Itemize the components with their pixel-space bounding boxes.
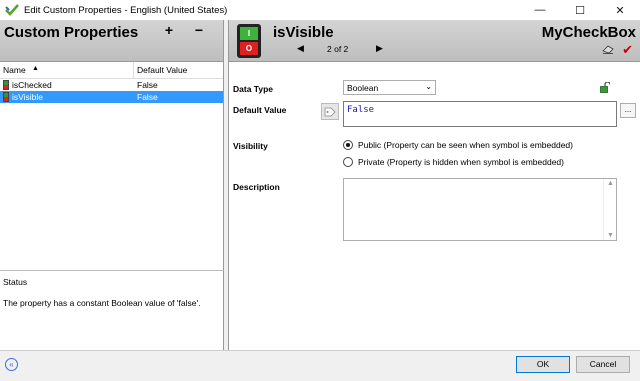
data-type-value: Boolean [347, 83, 379, 93]
switch-icon [3, 92, 9, 102]
scroll-down-icon[interactable]: ▼ [604, 232, 617, 239]
column-header-name[interactable]: Name ▲ [0, 62, 134, 78]
switch-icon [3, 80, 9, 90]
status-label: Status [3, 277, 28, 287]
list-item[interactable]: isChecked False [0, 79, 223, 91]
previous-property-button[interactable]: ◀ [297, 43, 304, 54]
description-textarea[interactable]: ▲ ▼ [343, 178, 617, 241]
list-column-headers: Name ▲ Default Value [0, 62, 223, 79]
title-bar: Edit Custom Properties - English (United… [0, 0, 640, 20]
cancel-button[interactable]: Cancel [576, 356, 630, 373]
visibility-private-option[interactable]: Private (Property is hidden when symbol … [343, 157, 564, 167]
property-default-value: False [137, 92, 158, 102]
eraser-icon[interactable] [602, 45, 614, 54]
data-type-label: Data Type [233, 84, 273, 94]
property-name: isChecked [12, 80, 52, 90]
property-header: I O isVisible ◀ 2 of 2 ▶ MyCheckBox ✔ [228, 20, 640, 62]
status-panel: Status The property has a constant Boole… [0, 270, 224, 350]
collapse-icon[interactable]: « [5, 358, 18, 371]
visibility-public-label: Public (Property can be seen when symbol… [358, 140, 573, 150]
browse-expression-button[interactable]: ... [620, 103, 636, 118]
column-header-name-label: Name [3, 65, 26, 75]
description-scrollbar[interactable]: ▲ ▼ [603, 179, 616, 240]
property-name: isVisible [12, 92, 44, 102]
remove-property-button[interactable]: − [190, 22, 208, 38]
next-property-button[interactable]: ▶ [376, 43, 383, 54]
default-value-input[interactable]: False [343, 101, 617, 127]
custom-properties-header: Custom Properties + − [0, 20, 224, 62]
property-count: 2 of 2 [327, 44, 349, 54]
property-list: Name ▲ Default Value isChecked False isV… [0, 62, 224, 270]
data-type-select[interactable]: Boolean ⌄ [343, 80, 436, 95]
visibility-private-label: Private (Property is hidden when symbol … [358, 157, 564, 167]
app-icon [4, 2, 20, 18]
add-property-button[interactable]: + [160, 22, 178, 38]
minimize-button[interactable]: — [520, 0, 560, 20]
chevron-down-icon: ⌄ [425, 82, 432, 91]
default-value-label: Default Value [233, 105, 287, 115]
column-header-default-value[interactable]: Default Value [134, 62, 190, 78]
description-label: Description [233, 182, 280, 192]
apply-check-icon[interactable]: ✔ [622, 42, 633, 58]
tag-icon[interactable] [321, 103, 339, 120]
scroll-up-icon[interactable]: ▲ [604, 180, 617, 187]
status-text: The property has a constant Boolean valu… [3, 298, 201, 308]
radio-public[interactable] [343, 140, 353, 150]
boolean-switch-icon: I O [237, 24, 261, 58]
unlock-icon[interactable] [600, 81, 611, 93]
custom-properties-title: Custom Properties [4, 24, 139, 41]
radio-private[interactable] [343, 157, 353, 167]
window-title: Edit Custom Properties - English (United… [24, 4, 228, 16]
maximize-button[interactable]: ☐ [560, 0, 600, 20]
property-editor: Data Type Boolean ⌄ Default Value False … [228, 62, 640, 350]
dialog-footer: « OK Cancel [0, 350, 640, 381]
sort-ascending-icon: ▲ [32, 65, 39, 72]
visibility-public-option[interactable]: Public (Property can be seen when symbol… [343, 140, 573, 150]
property-title: isVisible [273, 24, 334, 41]
list-item[interactable]: isVisible False [0, 91, 223, 103]
ok-button[interactable]: OK [516, 356, 570, 373]
visibility-label: Visibility [233, 141, 268, 151]
close-button[interactable]: ✕ [600, 0, 640, 20]
symbol-name: MyCheckBox [541, 24, 636, 41]
property-default-value: False [137, 80, 158, 90]
